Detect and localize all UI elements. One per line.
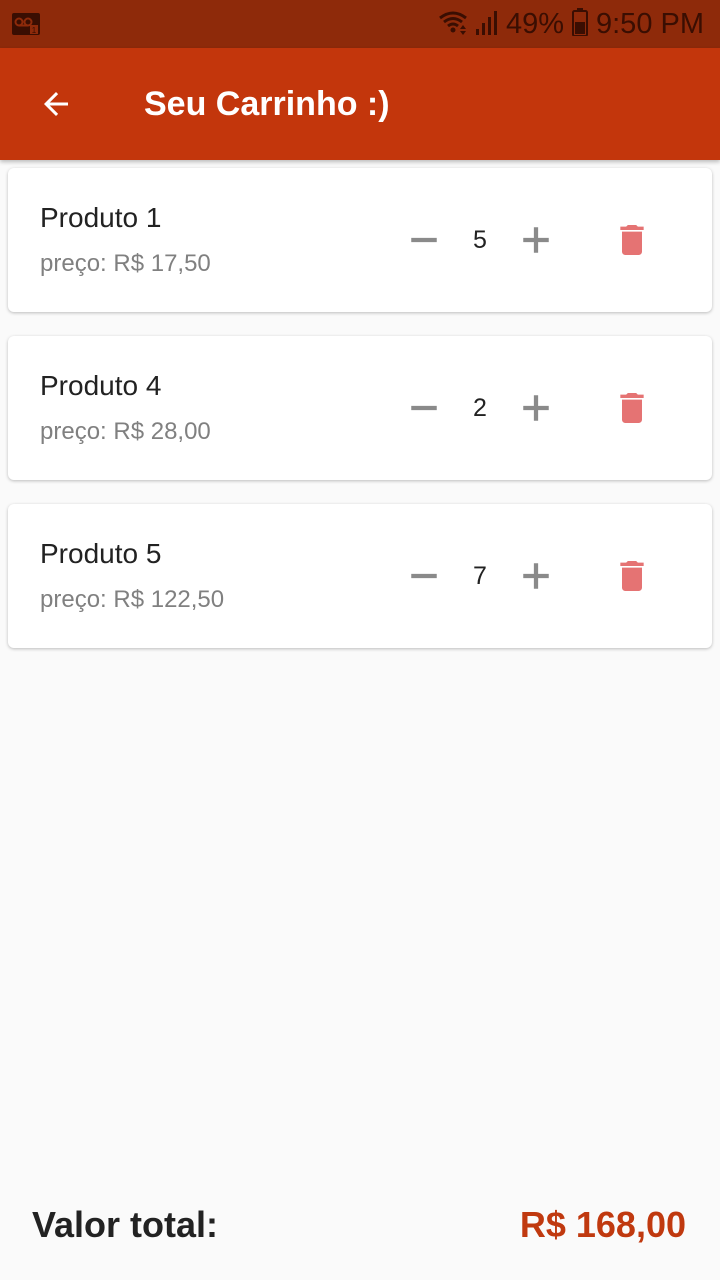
- delete-item-button[interactable]: [608, 384, 656, 432]
- wifi-icon: [438, 9, 468, 40]
- plus-icon: [523, 395, 549, 421]
- product-name: Produto 1: [40, 202, 162, 233]
- minus-icon: [411, 237, 437, 243]
- quantity-value: 2: [473, 394, 487, 422]
- total-label: Valor total:: [32, 1204, 219, 1245]
- decrease-quantity-button[interactable]: [400, 552, 448, 600]
- back-button[interactable]: [24, 76, 88, 132]
- status-bar: 1 49% 9:50 PM: [0, 0, 720, 48]
- cart-screen: 1 49% 9:50 PM Seu Carrinho:) Produto 1 …: [0, 0, 720, 1280]
- battery-percentage: 49%: [505, 7, 564, 40]
- plus-icon: [523, 227, 549, 253]
- svg-text:1: 1: [32, 26, 37, 35]
- product-name: Produto 5: [40, 538, 162, 569]
- trash-icon: [620, 225, 644, 255]
- cart-list: Produto 1 preço: R$ 17,50 5 Produto 4 pr…: [8, 168, 712, 672]
- cart-item: Produto 5 preço: R$ 122,50 7: [8, 504, 712, 648]
- increase-quantity-button[interactable]: [512, 552, 560, 600]
- battery-icon: [572, 7, 588, 41]
- cart-item: Produto 4 preço: R$ 28,00 2: [8, 336, 712, 480]
- app-bar: Seu Carrinho :): [0, 48, 720, 160]
- product-price: preço: R$ 28,00: [40, 418, 211, 445]
- page-title: Seu Carrinho :): [144, 85, 390, 123]
- increase-quantity-button[interactable]: [512, 384, 560, 432]
- trash-icon: [620, 561, 644, 591]
- plus-icon: [523, 563, 549, 589]
- decrease-quantity-button[interactable]: [400, 216, 448, 264]
- quantity-value: 7: [473, 562, 487, 590]
- minus-icon: [411, 573, 437, 579]
- clock: 9:50 PM: [596, 7, 704, 40]
- trash-icon: [620, 393, 644, 423]
- delete-item-button[interactable]: [608, 552, 656, 600]
- status-indicators: 49% 9:50 PM: [438, 0, 704, 48]
- cart-item: Produto 1 preço: R$ 17,50 5: [8, 168, 712, 312]
- delete-item-button[interactable]: [608, 216, 656, 264]
- product-name: Produto 4: [40, 370, 162, 401]
- voicemail-icon: 1: [12, 13, 40, 40]
- increase-quantity-button[interactable]: [512, 216, 560, 264]
- decrease-quantity-button[interactable]: [400, 384, 448, 432]
- product-price: preço: R$ 17,50: [40, 250, 211, 277]
- product-price: preço: R$ 122,50: [40, 586, 225, 613]
- quantity-value: 5: [473, 226, 487, 254]
- minus-icon: [411, 405, 437, 411]
- total-value: R$ 168,00: [519, 1204, 686, 1245]
- arrow-back-icon: [44, 92, 68, 116]
- signal-icon: [475, 9, 498, 40]
